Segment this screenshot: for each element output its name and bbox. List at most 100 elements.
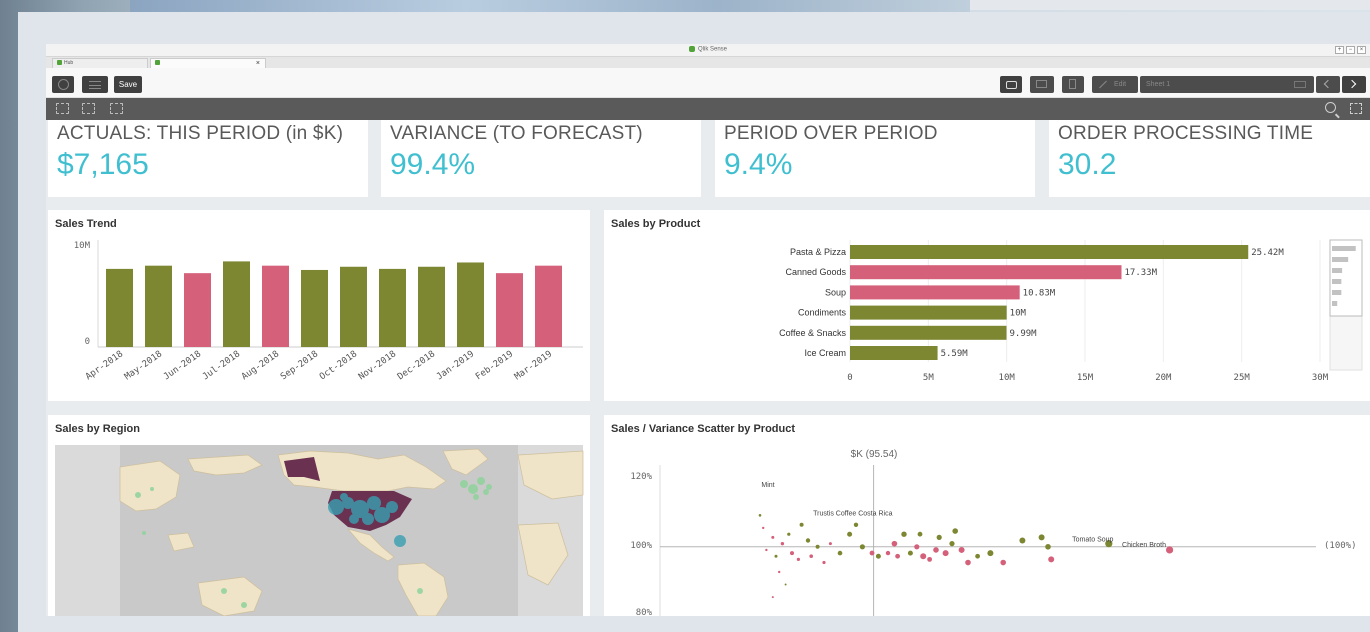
search-icon[interactable] xyxy=(1325,102,1336,113)
scatter-point[interactable] xyxy=(758,514,762,517)
scatter-point[interactable] xyxy=(765,548,768,552)
edit-button[interactable]: Edit xyxy=(1092,76,1138,93)
scatter-point[interactable] xyxy=(784,583,787,586)
navigation-button[interactable] xyxy=(52,76,74,93)
scatter-point[interactable] xyxy=(891,540,898,547)
scatter-point[interactable] xyxy=(914,544,920,550)
tab-app[interactable]: × xyxy=(150,58,266,68)
scatter-point[interactable] xyxy=(780,541,785,546)
smart-search-icon[interactable] xyxy=(1350,103,1362,114)
scatter-point[interactable] xyxy=(822,560,826,565)
scatter-point[interactable] xyxy=(965,559,971,566)
scatter-point[interactable] xyxy=(778,570,781,574)
scatter-point[interactable] xyxy=(1166,546,1174,554)
product-bar[interactable] xyxy=(850,305,1007,320)
clear-selections-icon[interactable] xyxy=(110,103,123,114)
sales-by-region-map[interactable]: Sales by Region xyxy=(48,415,590,616)
scatter-plot[interactable]: $K (95.54) (100%) 120% 100% 80% Mint Trus… xyxy=(604,415,1370,616)
scatter-point[interactable] xyxy=(952,528,958,534)
trend-bar[interactable] xyxy=(418,266,445,347)
scatter-point[interactable] xyxy=(917,531,923,537)
scatter-point[interactable] xyxy=(796,557,800,561)
window-close-button[interactable]: × xyxy=(1357,46,1366,54)
scatter-point[interactable] xyxy=(809,554,813,559)
scatter-point[interactable] xyxy=(927,556,932,562)
tab-close-button[interactable]: × xyxy=(256,59,260,68)
scatter-point[interactable] xyxy=(762,526,765,530)
scatter-point[interactable] xyxy=(771,535,775,539)
scatter-point[interactable] xyxy=(942,550,949,557)
scatter-point[interactable] xyxy=(975,553,980,559)
trend-bar[interactable] xyxy=(457,262,484,347)
scatter-point[interactable] xyxy=(805,538,811,543)
scatter-point[interactable] xyxy=(936,534,942,540)
trend-bar[interactable] xyxy=(496,273,523,347)
kpi-variance[interactable]: VARIANCE (TO FORECAST) 99.4% xyxy=(381,120,701,197)
sales-trend-chart[interactable]: Sales Trend 10M 0 Apr-2018 May-2018 Jun-20… xyxy=(48,210,590,401)
product-bar[interactable] xyxy=(850,285,1020,300)
scatter-point[interactable] xyxy=(875,553,881,559)
scatter-point[interactable] xyxy=(869,550,875,556)
region-map-plot[interactable] xyxy=(48,415,590,616)
scatter-point[interactable] xyxy=(895,553,900,559)
trend-bar[interactable] xyxy=(184,273,211,347)
product-bar[interactable] xyxy=(850,346,938,360)
scatter-point[interactable] xyxy=(907,550,913,556)
window-add-button[interactable]: + xyxy=(1335,46,1344,54)
window-minimize-button[interactable]: − xyxy=(1346,46,1355,54)
product-bar[interactable] xyxy=(850,325,1007,340)
product-bar[interactable] xyxy=(850,265,1122,280)
scatter-point[interactable] xyxy=(1038,534,1045,541)
scatter-point[interactable] xyxy=(837,550,843,556)
trend-bar[interactable] xyxy=(301,269,328,347)
trend-bar[interactable] xyxy=(106,268,133,347)
scatter-point[interactable] xyxy=(949,541,955,547)
scatter-point[interactable] xyxy=(853,522,859,527)
story-button[interactable] xyxy=(1030,76,1054,93)
trend-bar[interactable] xyxy=(262,265,289,347)
sales-by-product-chart[interactable]: Sales by Product 0 5M 10M 15M 20M 25M 30M Past… xyxy=(604,210,1370,401)
tab-hub[interactable]: Hub xyxy=(52,58,148,68)
kpi-actuals[interactable]: ACTUALS: THIS PERIOD (in $K) $7,165 xyxy=(48,120,368,197)
scatter-point[interactable] xyxy=(847,531,853,537)
scatter-point[interactable] xyxy=(774,554,778,558)
save-button[interactable]: Save xyxy=(114,76,142,93)
scatter-point[interactable] xyxy=(859,544,865,550)
scatter-point[interactable] xyxy=(771,596,774,599)
scatter-point[interactable] xyxy=(815,544,820,549)
sheet-selector[interactable]: Sheet 1 xyxy=(1140,76,1314,93)
sheet-name: Sheet 1 xyxy=(1146,81,1171,88)
menu-button[interactable] xyxy=(82,76,108,93)
scatter-point[interactable] xyxy=(1048,556,1055,563)
scatter-point[interactable] xyxy=(1045,543,1051,550)
scatter-point[interactable] xyxy=(920,553,927,560)
product-bar[interactable] xyxy=(850,245,1249,259)
scatter-point[interactable] xyxy=(787,532,791,536)
data-label: 17.33M xyxy=(1125,268,1158,278)
trend-bar[interactable] xyxy=(145,265,172,347)
trend-bar[interactable] xyxy=(223,261,250,347)
trend-bar[interactable] xyxy=(535,265,562,347)
scatter-point[interactable] xyxy=(1000,559,1006,566)
kpi-title: ACTUALS: THIS PERIOD (in $K) xyxy=(57,123,344,144)
scatter-point[interactable] xyxy=(1019,537,1026,544)
selection-back-icon[interactable] xyxy=(56,103,69,114)
trend-bar[interactable] xyxy=(379,268,406,347)
kpi-period-over-period[interactable]: PERIOD OVER PERIOD 9.4% xyxy=(715,120,1035,197)
next-sheet-button[interactable] xyxy=(1342,76,1366,93)
scatter-point[interactable] xyxy=(933,547,939,553)
snapshot-button[interactable] xyxy=(1000,76,1022,93)
previous-sheet-button[interactable] xyxy=(1316,76,1340,93)
scatter-point[interactable] xyxy=(799,522,804,527)
kpi-order-processing-time[interactable]: ORDER PROCESSING TIME 30.2 xyxy=(1049,120,1370,197)
selection-forward-icon[interactable] xyxy=(82,103,95,114)
trend-bar[interactable] xyxy=(340,266,367,347)
scatter-point[interactable] xyxy=(828,542,832,546)
scatter-point[interactable] xyxy=(987,550,994,557)
scatter-point[interactable] xyxy=(885,550,891,556)
bookmark-button[interactable] xyxy=(1062,76,1084,93)
scatter-point[interactable] xyxy=(958,546,965,553)
scatter-point[interactable] xyxy=(790,551,794,556)
scatter-point[interactable] xyxy=(901,531,907,537)
sales-variance-scatter[interactable]: Sales / Variance Scatter by Product $K (… xyxy=(604,415,1370,616)
